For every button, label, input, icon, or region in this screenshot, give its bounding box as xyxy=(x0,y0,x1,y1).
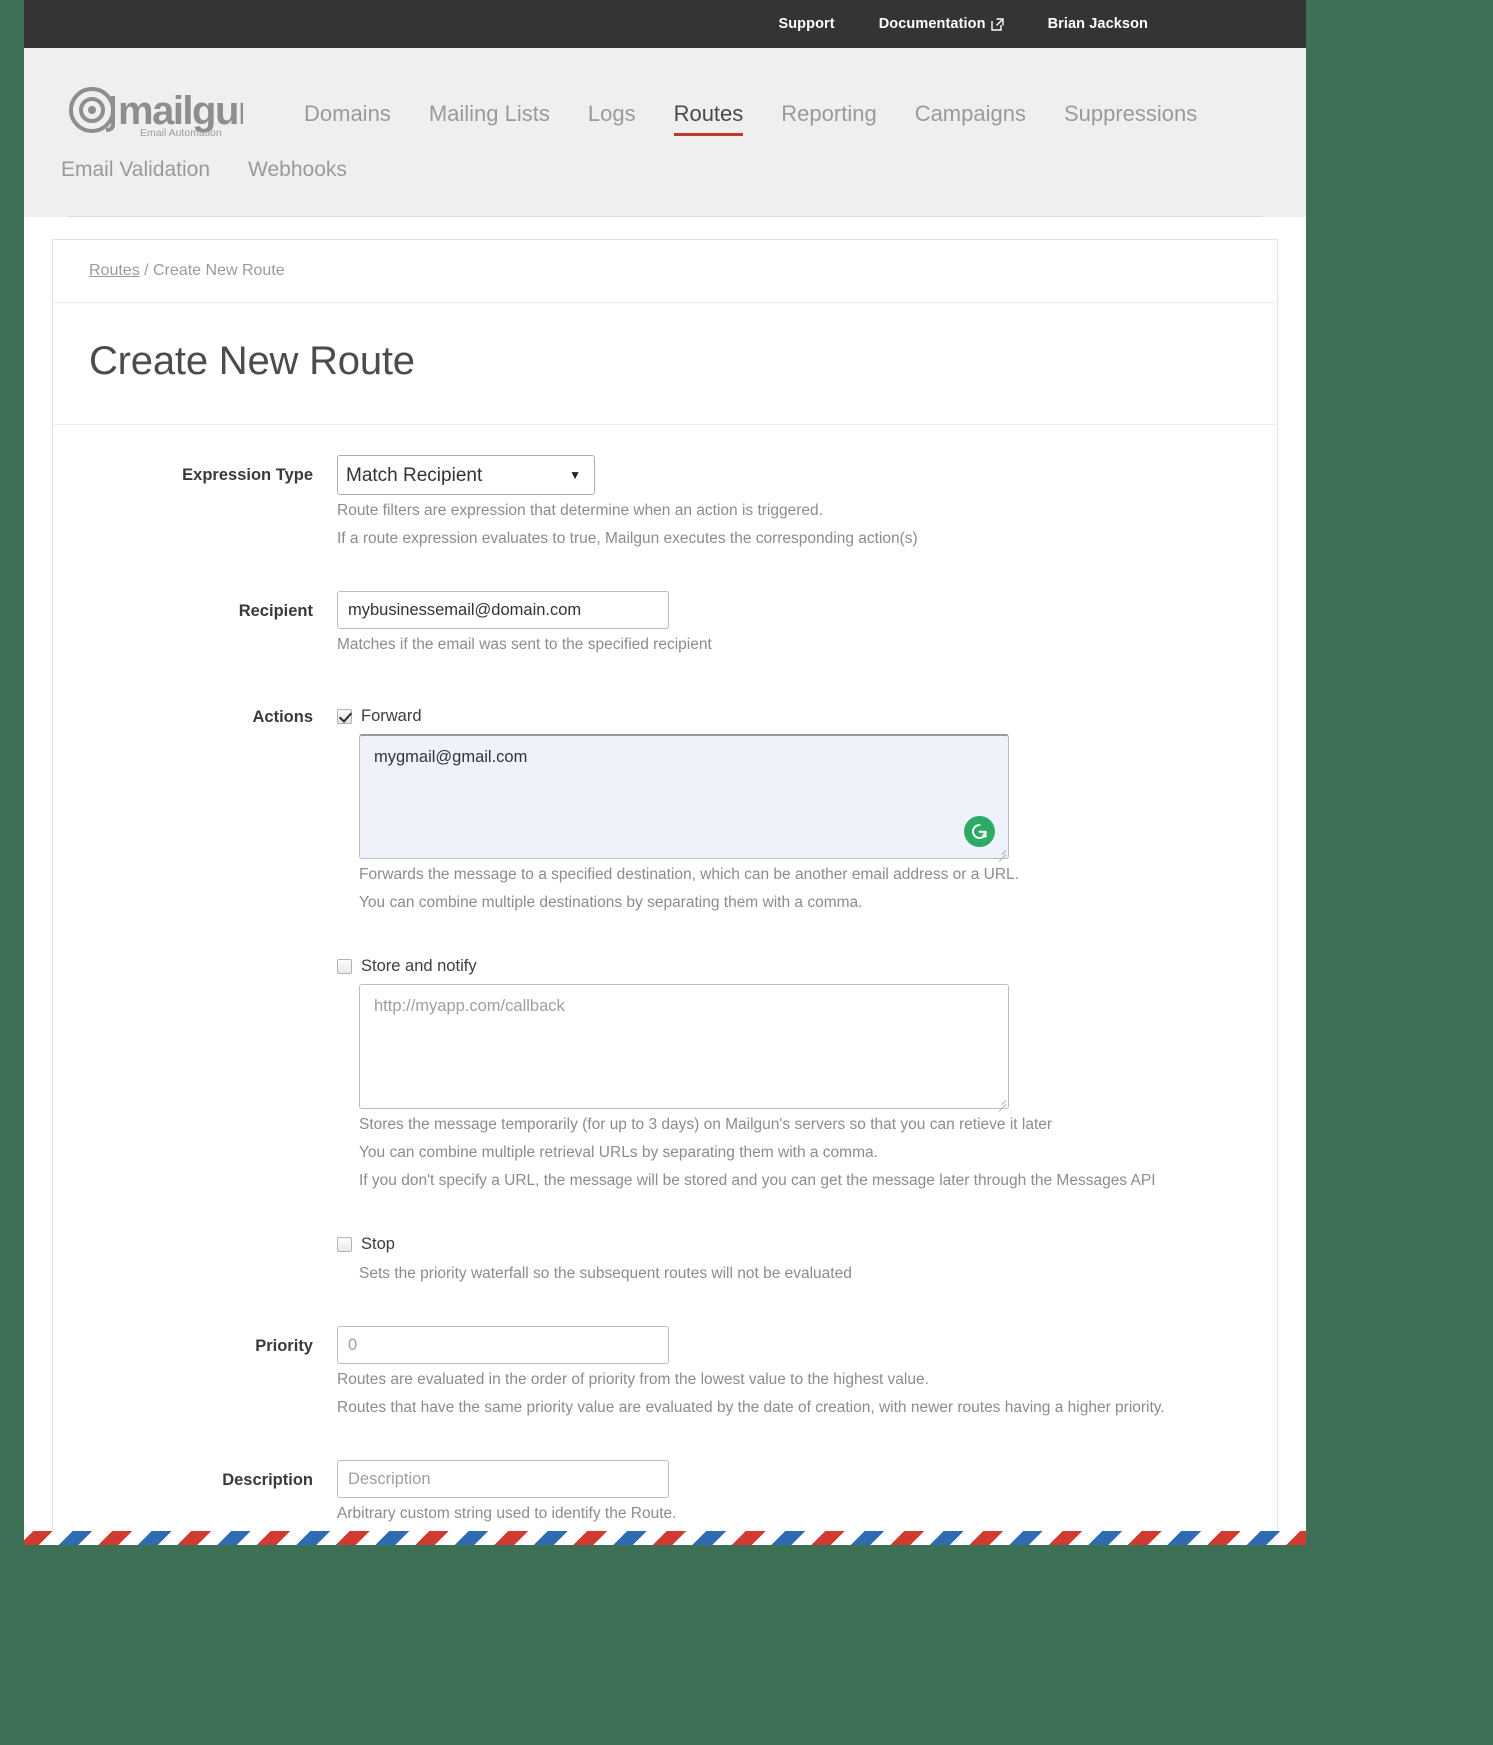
priority-help-2: Routes that have the same priority value… xyxy=(337,1399,1165,1417)
description-help: Arbitrary custom string used to identify… xyxy=(337,1505,677,1523)
store-callback-textarea[interactable] xyxy=(359,984,1009,1110)
nav-item-reporting[interactable]: Reporting xyxy=(762,101,895,136)
stop-checkbox[interactable] xyxy=(337,1237,352,1253)
documentation-link[interactable]: Documentation xyxy=(879,16,1004,32)
nav-secondary-row: Email Validation Webhooks xyxy=(24,142,1306,216)
expression-type-select-wrap: Match Recipient ▼ xyxy=(337,455,595,495)
nav-primary-row: mailgun Email Automation Domains Mailing… xyxy=(24,48,1306,142)
stop-help: Sets the priority waterfall so the subse… xyxy=(359,1265,852,1283)
expression-type-label: Expression Type xyxy=(182,466,313,484)
nav-item-mailing-lists[interactable]: Mailing Lists xyxy=(410,101,569,136)
browser-page: Support Documentation Brian Jackson mail… xyxy=(24,0,1306,1545)
mailgun-logo-icon: mailgun Email Automation xyxy=(69,87,243,139)
store-checkbox-row[interactable]: Store and notify xyxy=(337,949,1241,976)
forward-help-1: Forwards the message to a specified dest… xyxy=(359,866,1019,884)
priority-input[interactable] xyxy=(337,1326,669,1365)
field-recipient: Recipient Matches if the email was sent … xyxy=(53,591,1277,657)
nav-item-campaigns[interactable]: Campaigns xyxy=(896,101,1045,136)
priority-label: Priority xyxy=(255,1337,313,1356)
priority-help-1: Routes are evaluated in the order of pri… xyxy=(337,1371,929,1389)
nav-item-logs[interactable]: Logs xyxy=(569,101,655,136)
store-help-1: Stores the message temporarily (for up t… xyxy=(359,1116,1053,1134)
external-link-icon xyxy=(990,17,1004,31)
top-utility-bar: Support Documentation Brian Jackson xyxy=(24,0,1306,48)
create-route-card: Routes / Create New Route Create New Rou… xyxy=(52,239,1278,1545)
store-and-notify-checkbox-label: Store and notify xyxy=(361,957,477,976)
forward-checkbox-row[interactable]: Forward xyxy=(337,697,1241,726)
expression-type-select[interactable]: Match Recipient xyxy=(337,455,595,495)
breadcrumb-separator: / xyxy=(139,262,154,279)
nav-item-webhooks[interactable]: Webhooks xyxy=(229,152,366,191)
documentation-label: Documentation xyxy=(878,16,986,32)
store-help-3: If you don't specify a URL, the message … xyxy=(359,1172,1156,1190)
field-priority: Priority Routes are evaluated in the ord… xyxy=(53,1326,1277,1420)
forward-destination-textarea[interactable] xyxy=(359,734,1009,860)
nav-item-domains[interactable]: Domains xyxy=(285,101,410,136)
forward-textarea-wrap xyxy=(359,734,1009,860)
field-expression-type: Expression Type Match Recipient ▼ Route … xyxy=(53,455,1277,551)
field-description: Description Arbitrary custom string used… xyxy=(53,1460,1277,1526)
nav-primary-links: Domains Mailing Lists Logs Routes Report… xyxy=(285,101,1216,142)
svg-text:Email Automation: Email Automation xyxy=(140,127,222,139)
nav-item-suppressions[interactable]: Suppressions xyxy=(1045,101,1216,136)
store-textarea-wrap xyxy=(359,984,1009,1110)
breadcrumb-routes-link[interactable]: Routes xyxy=(89,262,140,279)
user-menu-link[interactable]: Brian Jackson xyxy=(1048,16,1148,32)
forward-checkbox-label: Forward xyxy=(361,707,422,726)
main-navigation: mailgun Email Automation Domains Mailing… xyxy=(24,48,1306,217)
description-input[interactable] xyxy=(337,1460,669,1499)
stop-checkbox-row[interactable]: Stop xyxy=(337,1227,1241,1254)
page-title: Create New Route xyxy=(89,339,415,383)
nav-item-email-validation[interactable]: Email Validation xyxy=(42,152,229,191)
support-link[interactable]: Support xyxy=(778,16,834,32)
field-actions: Actions Forward mygmail@gmail.com Forwar… xyxy=(53,697,1277,1286)
recipient-help: Matches if the email was sent to the spe… xyxy=(337,636,712,654)
mailgun-logo[interactable]: mailgun Email Automation xyxy=(68,80,243,142)
expression-type-help-1: Route filters are expression that determ… xyxy=(337,502,823,519)
stop-checkbox-label: Stop xyxy=(361,1235,395,1254)
forward-help-2: You can combine multiple destinations by… xyxy=(359,894,863,912)
recipient-input[interactable] xyxy=(337,591,669,630)
forward-checkbox[interactable] xyxy=(337,709,352,725)
recipient-label: Recipient xyxy=(238,602,313,621)
store-help-2: You can combine multiple retrieval URLs … xyxy=(359,1144,878,1162)
store-and-notify-checkbox[interactable] xyxy=(337,959,352,975)
create-route-form: Expression Type Match Recipient ▼ Route … xyxy=(53,425,1277,1545)
breadcrumb: Routes / Create New Route xyxy=(53,240,1277,303)
nav-item-routes[interactable]: Routes xyxy=(655,101,763,136)
nav-divider xyxy=(68,216,1262,217)
page-title-section: Create New Route xyxy=(53,303,1277,425)
grammarly-icon[interactable] xyxy=(964,816,995,848)
description-label: Description xyxy=(222,1471,313,1490)
airmail-stripe-border xyxy=(24,1531,1306,1545)
expression-type-help-2: If a route expression evaluates to true,… xyxy=(337,530,918,548)
breadcrumb-current: Create New Route xyxy=(153,262,285,279)
actions-label: Actions xyxy=(252,708,313,727)
